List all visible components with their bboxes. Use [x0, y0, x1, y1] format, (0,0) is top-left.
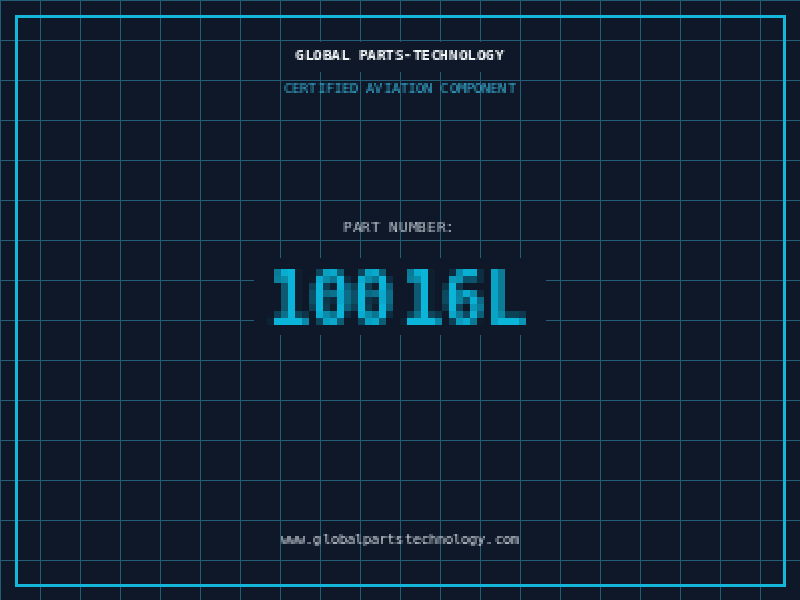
- part-number-value: 10016L: [254, 247, 546, 346]
